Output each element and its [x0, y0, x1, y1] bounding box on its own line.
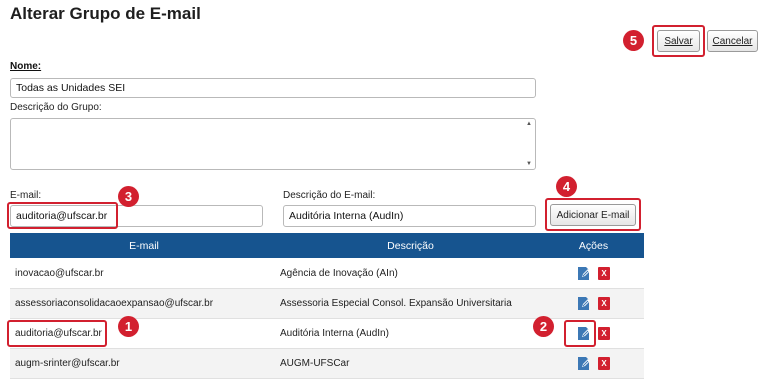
row-description: Auditória Interna (AudIn): [280, 328, 389, 339]
row-email: inovacao@ufscar.br: [15, 268, 104, 279]
row-email: augm-srinter@ufscar.br: [15, 358, 120, 369]
email-field-highlight: [7, 202, 118, 229]
email-description-field-value: Auditória Interna (AudIn): [289, 210, 404, 222]
row-description: Agência de Inovação (AIn): [280, 268, 398, 279]
email-description-field[interactable]: Auditória Interna (AudIn): [283, 205, 536, 227]
edit-icon[interactable]: [577, 289, 591, 318]
delete-icon[interactable]: X: [598, 319, 610, 348]
column-header-description: Descrição: [387, 239, 434, 252]
group-description-textarea[interactable]: ▲ ▼: [10, 118, 536, 170]
row-email: assessoriaconsolidacaoexpansao@ufscar.br: [15, 298, 214, 309]
page-title: Alterar Grupo de E-mail: [10, 4, 201, 23]
table-row: augm-srinter@ufscar.br AUGM-UFSCar X: [10, 349, 644, 379]
add-email-button[interactable]: Adicionar E-mail: [550, 204, 636, 226]
row-email-highlight: [7, 320, 107, 347]
cancel-button[interactable]: Cancelar: [707, 30, 758, 52]
name-field[interactable]: Todas as Unidades SEI: [10, 78, 536, 98]
scroll-up-icon[interactable]: ▲: [526, 121, 532, 127]
name-field-value: Todas as Unidades SEI: [16, 82, 126, 94]
delete-icon[interactable]: X: [598, 259, 610, 288]
delete-icon[interactable]: X: [598, 349, 610, 378]
name-label: Nome:: [10, 61, 42, 72]
save-button-label: Salvar: [664, 35, 693, 47]
save-button[interactable]: Salvar: [657, 30, 700, 52]
email-description-label: Descrição do E-mail:: [283, 190, 376, 201]
row-description: AUGM-UFSCar: [280, 358, 350, 369]
delete-icon[interactable]: X: [598, 289, 610, 318]
scroll-down-icon[interactable]: ▼: [526, 161, 532, 167]
callout-2: 2: [533, 316, 554, 337]
email-table-header: E-mail Descrição Ações: [10, 233, 644, 258]
edit-icon-highlight: [564, 320, 596, 347]
callout-5: 5: [623, 30, 644, 51]
row-description: Assessoria Especial Consol. Expansão Uni…: [280, 298, 512, 309]
email-label: E-mail:: [10, 190, 42, 201]
column-header-email: E-mail: [129, 239, 159, 252]
cancel-button-label: Cancelar: [712, 35, 753, 47]
callout-1: 1: [118, 316, 139, 337]
table-row: inovacao@ufscar.br Agência de Inovação (…: [10, 259, 644, 289]
edit-icon[interactable]: [577, 349, 591, 378]
column-header-actions: Ações: [578, 239, 609, 252]
table-row: assessoriaconsolidacaoexpansao@ufscar.br…: [10, 289, 644, 319]
edit-icon[interactable]: [577, 259, 591, 288]
add-email-button-label: Adicionar E-mail: [556, 209, 630, 221]
callout-3: 3: [118, 186, 139, 207]
group-description-label: Descrição do Grupo:: [10, 102, 102, 113]
callout-4: 4: [556, 176, 577, 197]
textarea-scrollbar[interactable]: ▲ ▼: [525, 121, 533, 167]
